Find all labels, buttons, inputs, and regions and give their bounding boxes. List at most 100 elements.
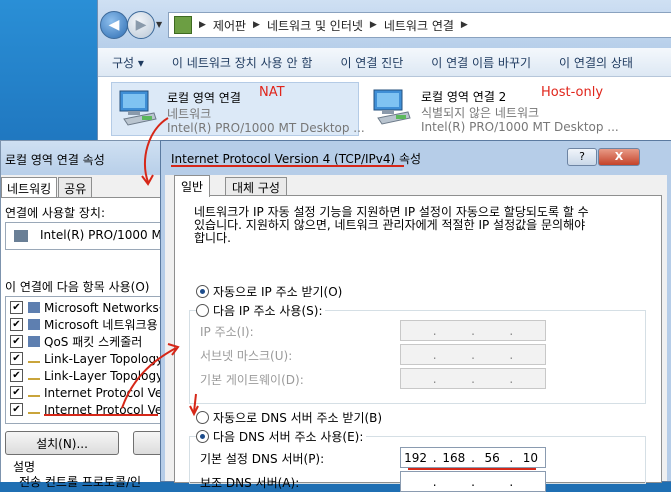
tab-general[interactable]: 일반 xyxy=(174,175,211,197)
manual-dns-option[interactable]: 다음 DNS 서버 주소 사용(E): xyxy=(196,428,367,445)
connection-status-button[interactable]: 이 연결의 상태 xyxy=(545,54,647,71)
adapter-device: Intel(R) PRO/1000 MT Desktop ... xyxy=(421,120,619,134)
protocol-icon xyxy=(28,389,40,397)
items-label: 이 연결에 다음 항목 사용(O) xyxy=(5,280,150,294)
adapter-device: Intel(R) PRO/1000 MT Desktop ... xyxy=(167,121,365,135)
disable-device-button[interactable]: 이 네트워크 장치 사용 안 함 xyxy=(158,54,327,71)
dns-octet-2[interactable]: 168 xyxy=(442,451,466,465)
device-box: Intel(R) PRO/1000 MT xyxy=(5,222,183,250)
rename-connection-button[interactable]: 이 연결 이름 바꾸기 xyxy=(417,54,545,71)
default-gateway-label: 기본 게이트웨이(D): xyxy=(200,373,304,387)
breadcrumb-separator-icon: ▶ xyxy=(199,20,206,30)
nat-annotation: NAT xyxy=(259,85,285,100)
dialog-body: 일반 대체 구성 네트워크가 IP 자동 설정 기능을 지원하면 IP 설정이 … xyxy=(165,175,667,492)
auto-dns-label: 자동으로 DNS 서버 주소 받기(B) xyxy=(213,411,383,425)
preferred-dns-label: 기본 설정 DNS 서버(P): xyxy=(200,452,325,466)
help-button[interactable]: ? xyxy=(567,148,597,166)
diagnose-connection-button[interactable]: 이 연결 진단 xyxy=(326,54,417,71)
network-adapter-icon xyxy=(119,90,157,126)
ip-address-label: IP 주소(I): xyxy=(200,325,254,339)
list-item[interactable]: ✔ Internet Protocol Ver xyxy=(10,384,167,401)
list-item-label: Link-Layer Topology xyxy=(44,351,164,366)
alternate-dns-label: 보조 DNS 서버(A): xyxy=(200,476,300,490)
checkbox-checked-icon[interactable]: ✔ xyxy=(10,386,23,399)
radio-selected-icon[interactable] xyxy=(196,285,209,298)
network-adapter-icon xyxy=(373,89,411,125)
network-service-icon xyxy=(28,336,40,347)
network-connections-window: ◀ ▶ ▼ ▶ 제어판 ▶ 네트워크 및 인터넷 ▶ 네트워크 연결 ▶ 구성 … xyxy=(97,0,671,140)
tab-sharing[interactable]: 공유 xyxy=(58,177,93,197)
organize-menu[interactable]: 구성 ▾ xyxy=(98,54,158,71)
back-button[interactable]: ◀ xyxy=(100,11,128,39)
alternate-dns-input[interactable]: ... xyxy=(400,471,546,492)
breadcrumb-network-connections[interactable]: 네트워크 연결 xyxy=(384,17,454,34)
adapter-local-area-connection-2[interactable]: 로컬 영역 연결 2 식별되지 않은 네트워크 Intel(R) PRO/100… xyxy=(366,82,666,134)
list-item-label: Microsoft 네트워크용 xyxy=(44,318,158,332)
checkbox-checked-icon[interactable]: ✔ xyxy=(10,369,23,382)
subnet-mask-input: ... xyxy=(400,344,546,365)
list-item[interactable]: ✔ Microsoft Networks용 xyxy=(10,299,170,316)
list-item[interactable]: ✔ Link-Layer Topology xyxy=(10,367,163,384)
adapter-local-area-connection[interactable]: 로컬 영역 연결 네트워크 Intel(R) PRO/1000 MT Deskt… xyxy=(111,82,365,136)
radio-selected-icon[interactable] xyxy=(196,430,209,443)
general-tab-page: 네트워크가 IP 자동 설정 기능을 지원하면 IP 설정이 자동으로 할당되도… xyxy=(174,195,662,492)
connect-using-label: 연결에 사용할 장치: xyxy=(5,206,105,220)
command-bar: 구성 ▾ 이 네트워크 장치 사용 안 함 이 연결 진단 이 연결 이름 바꾸… xyxy=(98,48,671,77)
protocol-icon xyxy=(28,372,40,380)
list-item-label: Internet Protocol Ver xyxy=(44,402,168,417)
ip-address-input: ... xyxy=(400,320,546,341)
dns-octet-4[interactable]: 10 xyxy=(518,451,542,465)
adapter-name: 로컬 영역 연결 xyxy=(167,91,241,105)
address-field[interactable]: ▶ 제어판 ▶ 네트워크 및 인터넷 ▶ 네트워크 연결 ▶ xyxy=(168,12,671,38)
adapter-status: 네트워크 xyxy=(167,107,212,121)
host-only-annotation: Host-only xyxy=(541,85,604,100)
checkbox-checked-icon[interactable]: ✔ xyxy=(10,318,23,331)
preferred-dns-input[interactable]: 192. 168. 56. 10 xyxy=(400,447,546,468)
list-item-label: Internet Protocol Ver xyxy=(44,385,168,400)
manual-ip-option[interactable]: 다음 IP 주소 사용(S): xyxy=(196,302,326,319)
protocol-icon xyxy=(28,355,40,363)
dns-octet-1[interactable]: 192 xyxy=(404,451,428,465)
checkbox-checked-icon[interactable]: ✔ xyxy=(10,335,23,348)
breadcrumb-separator-icon[interactable]: ▶ xyxy=(370,20,377,30)
tab-alternate-configuration[interactable]: 대체 구성 xyxy=(225,177,287,196)
address-bar-area: ◀ ▶ ▼ ▶ 제어판 ▶ 네트워크 및 인터넷 ▶ 네트워크 연결 ▶ xyxy=(98,0,671,48)
list-item-label: QoS 패킷 스케줄러 xyxy=(44,335,143,349)
history-dropdown-icon[interactable]: ▼ xyxy=(156,20,162,29)
radio-unselected-icon[interactable] xyxy=(196,411,209,424)
adapter-name: 로컬 영역 연결 2 xyxy=(421,90,507,104)
checkbox-checked-icon[interactable]: ✔ xyxy=(10,403,23,416)
network-client-icon xyxy=(28,302,40,313)
list-item-label: Link-Layer Topology xyxy=(44,368,164,383)
dns-annotation-underline xyxy=(408,468,536,470)
list-item[interactable]: ✔ Link-Layer Topology xyxy=(10,350,163,367)
dialog-title: 로컬 영역 연결 속성 xyxy=(5,153,105,167)
protocol-icon xyxy=(28,406,40,414)
list-item-label: Microsoft Networks용 xyxy=(44,301,170,315)
breadcrumb-network-internet[interactable]: 네트워크 및 인터넷 xyxy=(267,17,363,34)
list-item-selected[interactable]: ✔ Internet Protocol Ver xyxy=(10,401,167,418)
install-button[interactable]: 설치(N)... xyxy=(5,431,119,455)
list-item[interactable]: ✔ Microsoft 네트워크용 xyxy=(10,316,158,333)
title-annotation-underline xyxy=(171,165,404,167)
forward-button[interactable]: ▶ xyxy=(127,11,155,39)
auto-ip-option[interactable]: 자동으로 IP 주소 받기(O) xyxy=(196,283,342,300)
checkbox-checked-icon[interactable]: ✔ xyxy=(10,352,23,365)
breadcrumb-separator-icon[interactable]: ▶ xyxy=(461,20,468,30)
dns-octet-3[interactable]: 56 xyxy=(480,451,504,465)
manual-dns-label: 다음 DNS 서버 주소 사용(E): xyxy=(213,430,364,444)
breadcrumb-separator-icon[interactable]: ▶ xyxy=(253,20,260,30)
tab-networking[interactable]: 네트워킹 xyxy=(1,177,58,197)
checkbox-checked-icon[interactable]: ✔ xyxy=(10,301,23,314)
ip-settings-description: 네트워크가 IP 자동 설정 기능을 지원하면 IP 설정이 자동으로 할당되도… xyxy=(194,205,589,245)
list-item[interactable]: ✔ QoS 패킷 스케줄러 xyxy=(10,333,142,350)
close-button[interactable]: X xyxy=(598,148,640,166)
breadcrumb-control-panel[interactable]: 제어판 xyxy=(213,17,246,34)
auto-dns-option[interactable]: 자동으로 DNS 서버 주소 받기(B) xyxy=(196,409,382,426)
components-list: ✔ Microsoft Networks용 ✔ Microsoft 네트워크용 ✔ Q… xyxy=(5,296,183,424)
network-client-icon xyxy=(28,319,40,330)
device-name: Intel(R) PRO/1000 MT xyxy=(40,228,170,242)
tab-bar: 네트워킹 공유 xyxy=(1,177,93,197)
radio-unselected-icon[interactable] xyxy=(196,304,209,317)
connections-list: 로컬 영역 연결 네트워크 Intel(R) PRO/1000 MT Deskt… xyxy=(98,77,671,140)
